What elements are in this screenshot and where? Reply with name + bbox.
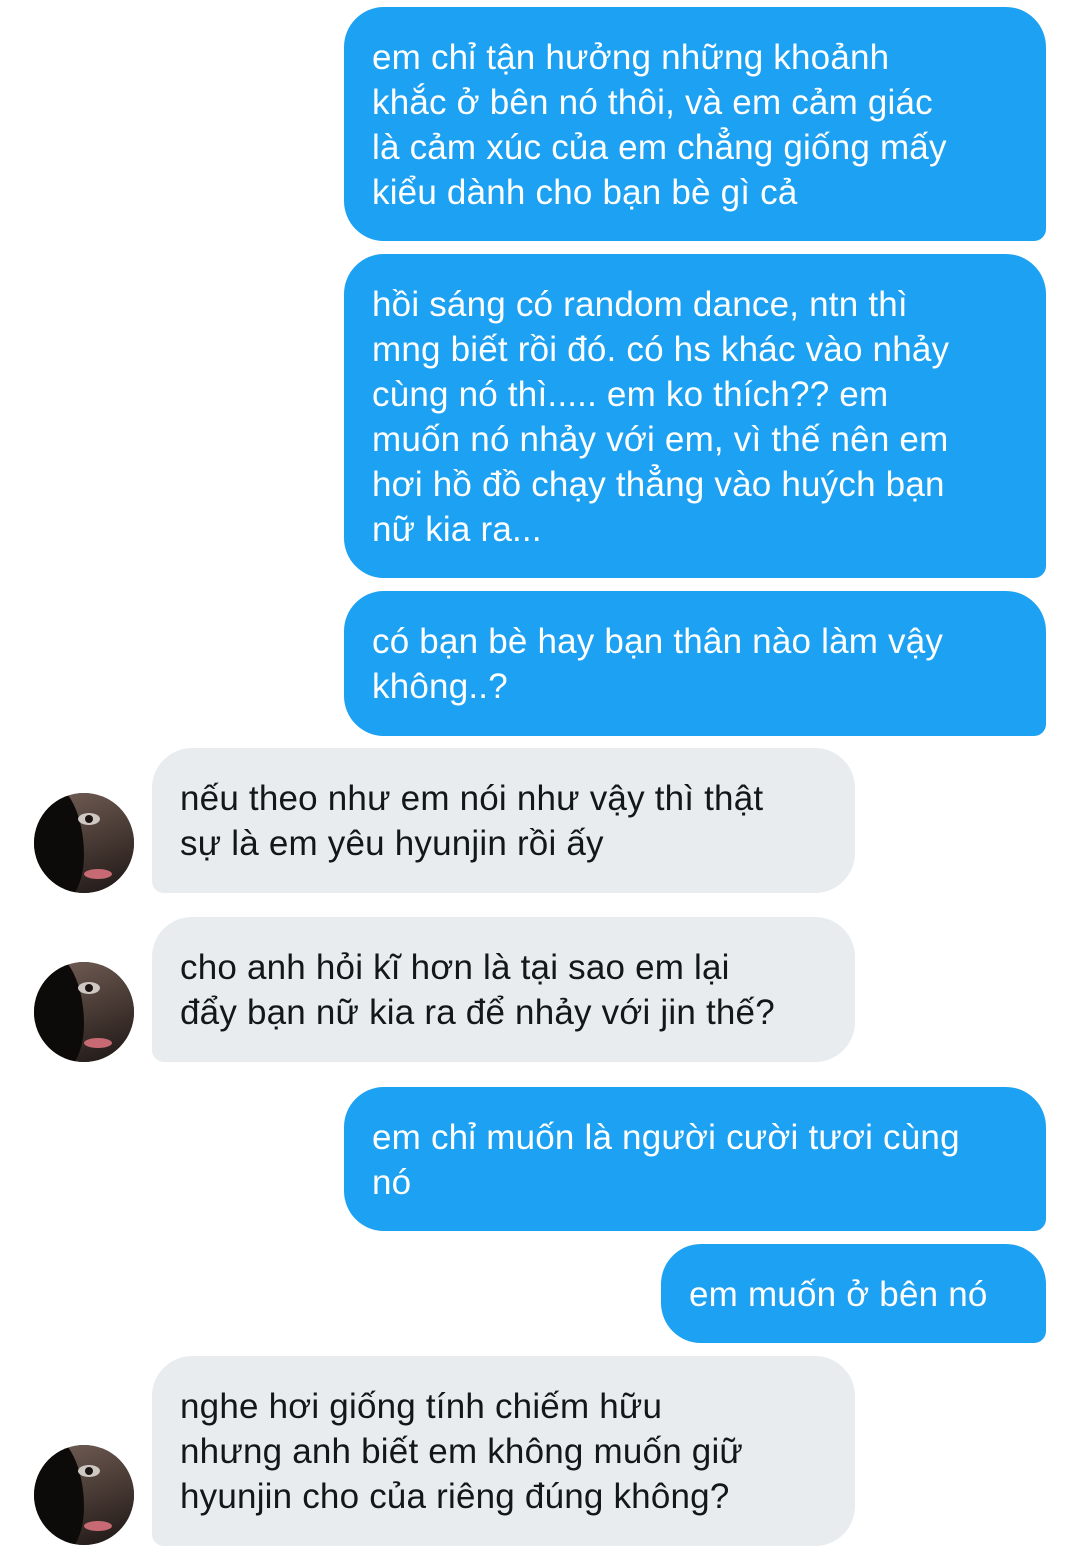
avatar-eye	[78, 1465, 100, 1477]
incoming-message-bubble[interactable]: nghe hơi giống tính chiếm hữu nhưng anh …	[152, 1356, 855, 1546]
outgoing-message-bubble[interactable]: có bạn bè hay bạn thân nào làm vậy không…	[344, 591, 1046, 736]
contact-avatar[interactable]	[34, 793, 134, 893]
avatar-lips	[84, 1521, 112, 1531]
message-thread: em chỉ tận hưởng những khoảnh khắc ở bên…	[0, 0, 1080, 1552]
outgoing-message-bubble[interactable]: em chỉ tận hưởng những khoảnh khắc ở bên…	[344, 7, 1046, 241]
contact-avatar[interactable]	[34, 962, 134, 1062]
outgoing-message-bubble[interactable]: hồi sáng có random dance, ntn thì mng bi…	[344, 254, 1046, 578]
avatar-eye	[78, 982, 100, 994]
contact-avatar[interactable]	[34, 1445, 134, 1545]
incoming-message-bubble[interactable]: nếu theo như em nói như vậy thì thật sự …	[152, 748, 855, 893]
avatar-eye	[78, 813, 100, 825]
outgoing-message-bubble[interactable]: em chỉ muốn là người cười tươi cùng nó	[344, 1087, 1046, 1231]
outgoing-message-bubble[interactable]: em muốn ở bên nó	[661, 1244, 1046, 1343]
avatar-lips	[84, 869, 112, 879]
incoming-message-bubble[interactable]: cho anh hỏi kĩ hơn là tại sao em lại đẩy…	[152, 917, 855, 1062]
avatar-lips	[84, 1038, 112, 1048]
